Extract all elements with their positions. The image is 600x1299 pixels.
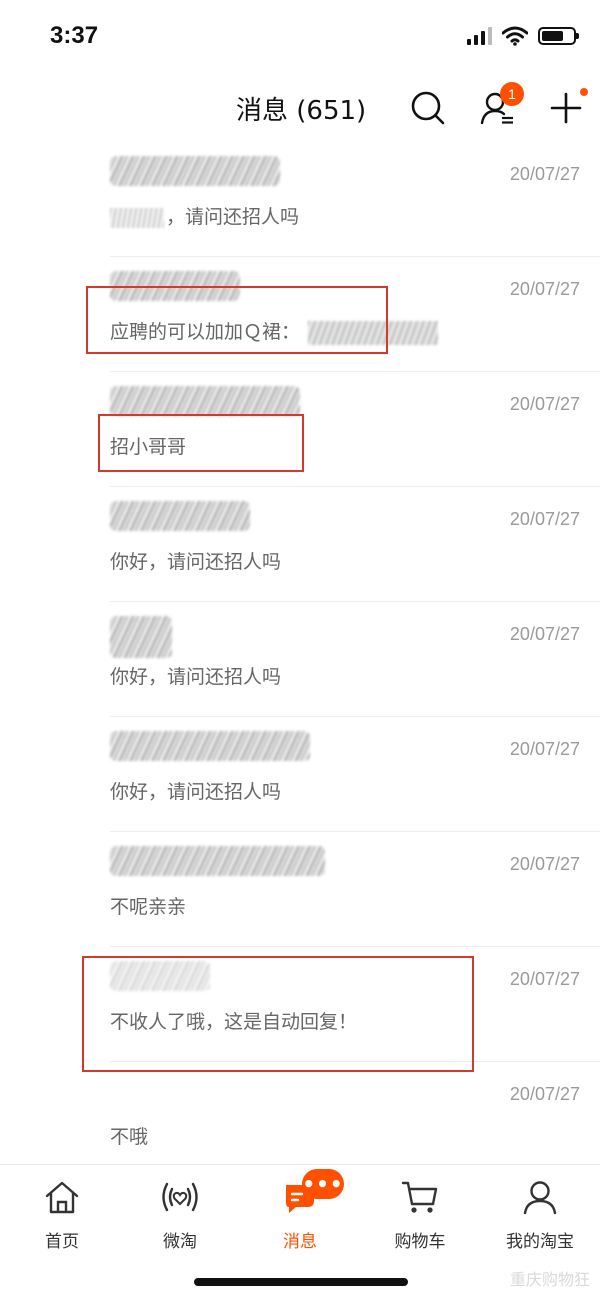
- sender-name-redacted: [110, 271, 240, 301]
- message-date: 20/07/27: [509, 624, 580, 644]
- notification-dot: [580, 88, 588, 96]
- message-item[interactable]: 20/07/27 你好，请问还招人吗: [0, 717, 600, 832]
- message-date: 20/07/27: [509, 969, 580, 989]
- message-item[interactable]: 20/07/27 你好，请问还招人吗: [0, 487, 600, 602]
- sender-name-redacted: [110, 616, 172, 658]
- status-time: 3:37: [50, 22, 99, 49]
- tab-my-taobao[interactable]: 我的淘宝: [480, 1165, 600, 1255]
- message-preview: 应聘的可以加加Ｑ裙：: [110, 317, 439, 345]
- message-item[interactable]: 20/07/27 不收人了哦，这是自动回复！: [0, 947, 600, 1062]
- sender-name-redacted: [110, 501, 250, 531]
- broadcast-heart-icon: [162, 1182, 198, 1212]
- sender-name-redacted: [110, 846, 325, 876]
- message-preview: 你好，请问还招人吗: [110, 551, 282, 573]
- wifi-icon: [502, 26, 528, 46]
- signal-icon: [467, 27, 492, 45]
- message-item[interactable]: 20/07/27 招小哥哥: [0, 372, 600, 487]
- search-button[interactable]: [404, 84, 452, 132]
- status-bar: 3:37: [0, 0, 600, 70]
- tab-home[interactable]: 首页: [2, 1165, 122, 1255]
- sender-name-redacted: [110, 961, 210, 991]
- search-icon: [411, 91, 445, 125]
- message-item[interactable]: 20/07/27 不呢亲亲: [0, 832, 600, 947]
- message-preview: 不呢亲亲: [110, 896, 187, 918]
- message-list[interactable]: 20/07/27 ，请问还招人吗 20/07/27 应聘的可以加加Ｑ裙： 20/…: [0, 142, 600, 1164]
- cart-icon: [401, 1181, 438, 1213]
- contacts-badge: 1: [500, 82, 524, 106]
- status-icons: [467, 26, 579, 46]
- plus-icon: [550, 92, 582, 124]
- header: 消息 (651) 1: [0, 70, 600, 142]
- tab-label: 首页: [45, 1232, 79, 1252]
- message-date: 20/07/27: [509, 164, 580, 184]
- add-button[interactable]: [542, 84, 590, 132]
- home-indicator[interactable]: [194, 1278, 408, 1286]
- message-date: 20/07/27: [509, 854, 580, 874]
- sender-name-redacted: [110, 156, 280, 186]
- message-date: 20/07/27: [509, 394, 580, 414]
- battery-icon: [538, 27, 579, 45]
- tab-label: 微淘: [163, 1232, 197, 1252]
- tab-cart[interactable]: 购物车: [360, 1165, 480, 1255]
- message-preview: 不收人了哦，这是自动回复！: [110, 1011, 358, 1033]
- sender-name-redacted: [110, 386, 300, 416]
- message-preview: 你好，请问还招人吗: [110, 781, 282, 803]
- message-preview: 你好，请问还招人吗: [110, 666, 282, 688]
- tab-weitao[interactable]: 微淘: [120, 1165, 240, 1255]
- message-item[interactable]: 20/07/27 应聘的可以加加Ｑ裙：: [0, 257, 600, 372]
- message-preview: 不哦: [110, 1126, 149, 1148]
- message-item[interactable]: 20/07/27 不哦: [0, 1062, 600, 1164]
- page-title: 消息 (651): [236, 96, 367, 126]
- tab-label: 消息: [283, 1232, 317, 1252]
- messages-badge: •••: [302, 1169, 344, 1199]
- message-date: 20/07/27: [509, 739, 580, 759]
- message-preview: ，请问还招人吗: [110, 202, 299, 229]
- message-date: 20/07/27: [509, 509, 580, 529]
- message-date: 20/07/27: [509, 1084, 580, 1104]
- message-item[interactable]: 20/07/27 你好，请问还招人吗: [0, 602, 600, 717]
- message-preview: 招小哥哥: [110, 436, 187, 458]
- home-icon: [45, 1181, 79, 1214]
- tab-label: 购物车: [394, 1232, 446, 1252]
- contacts-button[interactable]: 1: [474, 82, 524, 132]
- sender-name-redacted: [110, 731, 310, 761]
- message-date: 20/07/27: [509, 279, 580, 299]
- tab-messages[interactable]: ••• 消息: [240, 1165, 360, 1255]
- user-icon: [523, 1181, 557, 1215]
- message-item[interactable]: 20/07/27 ，请问还招人吗: [0, 142, 600, 257]
- tab-label: 我的淘宝: [506, 1232, 574, 1252]
- watermark: 重庆购物狂: [509, 1270, 590, 1289]
